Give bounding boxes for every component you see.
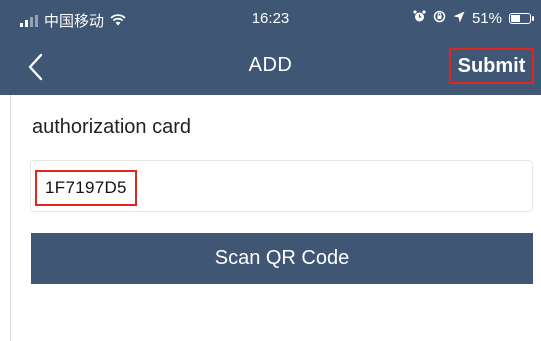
orientation-lock-icon: [433, 10, 446, 27]
battery-fill: [511, 15, 520, 22]
status-bar: 中国移动 16:23 51%: [0, 0, 541, 40]
alarm-icon: [413, 10, 426, 27]
authorization-card-input[interactable]: 1F7197D5: [30, 160, 533, 212]
submit-button[interactable]: Submit: [449, 48, 534, 84]
battery-percent: 51%: [471, 10, 502, 27]
card-value: 1F7197D5: [35, 170, 137, 206]
status-right: 51%: [413, 10, 534, 27]
scan-qr-code-button[interactable]: Scan QR Code: [31, 233, 533, 284]
nav-bar: ADD Submit: [0, 40, 541, 95]
battery-icon: [509, 13, 534, 24]
location-icon: [453, 10, 465, 27]
divider: [10, 95, 11, 341]
authorization-card-label: authorization card: [32, 116, 191, 138]
screen: 中国移动 16:23 51% ADD Submit authorization …: [0, 0, 541, 341]
